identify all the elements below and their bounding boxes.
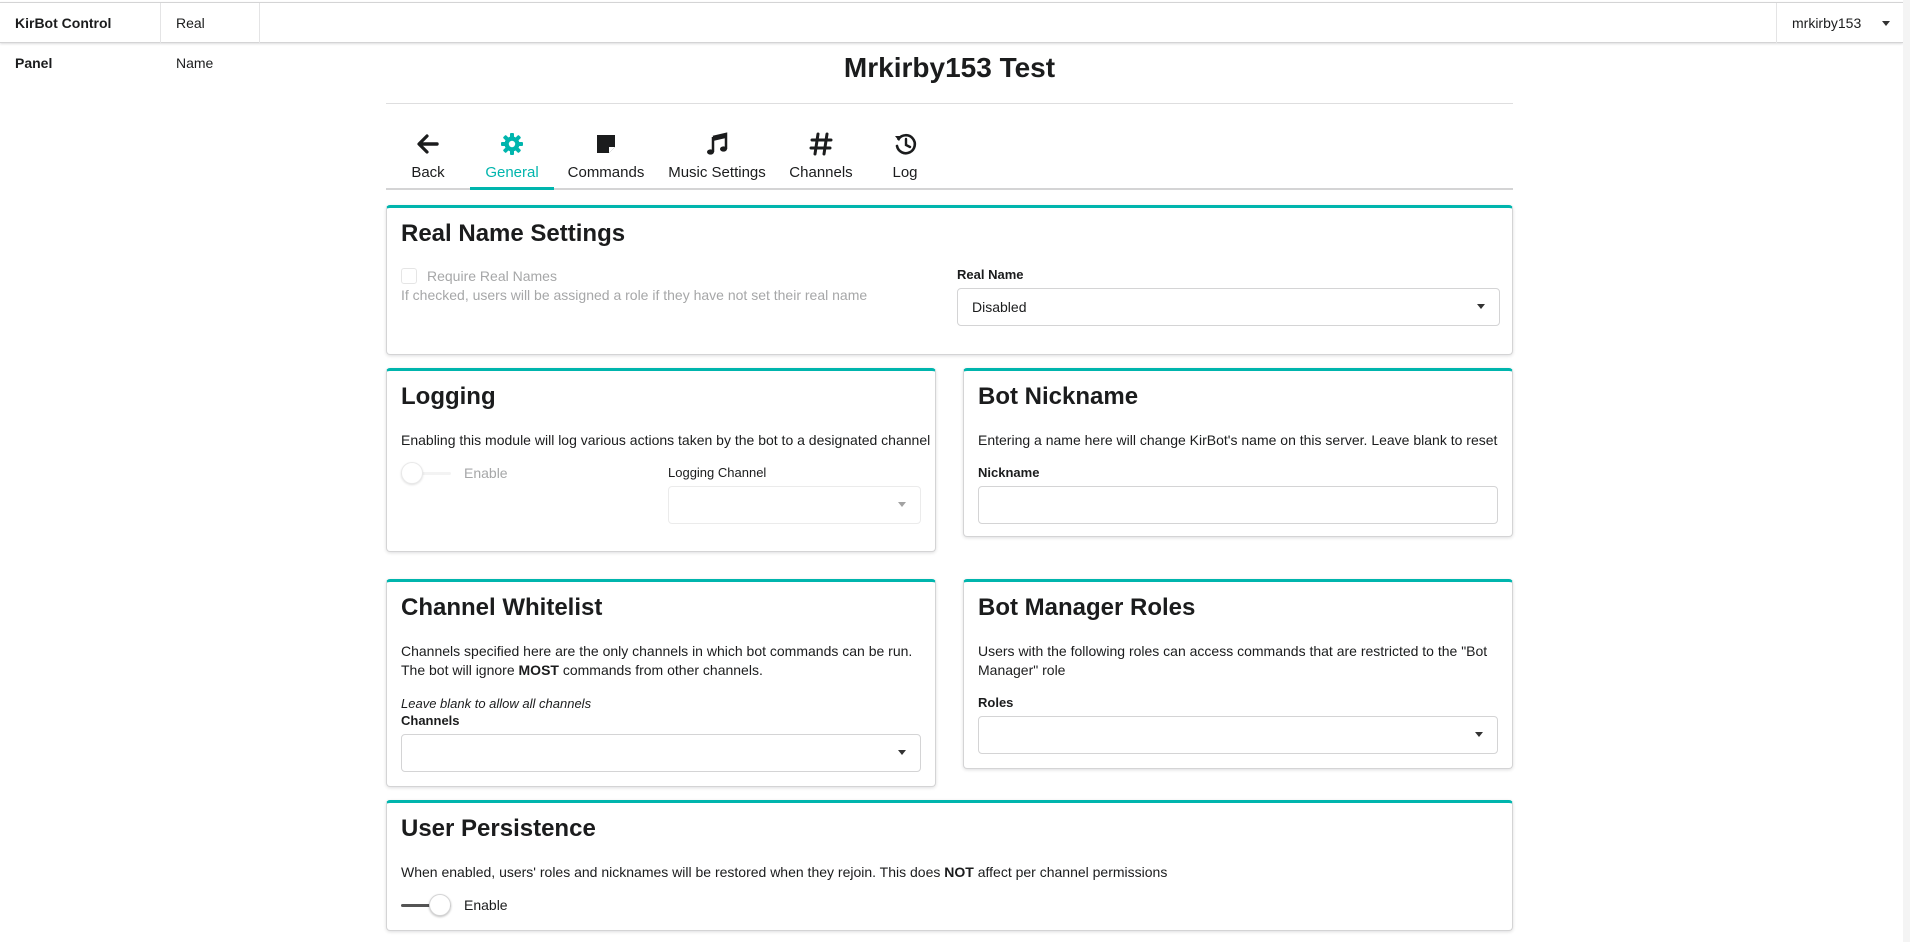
require-real-names-help: If checked, users will be assigned a rol… xyxy=(401,287,868,303)
chevron-down-icon xyxy=(898,502,906,507)
roles-select[interactable] xyxy=(978,716,1498,754)
tab-label: General xyxy=(485,164,539,181)
tab-general[interactable]: General xyxy=(470,118,554,190)
history-icon xyxy=(866,132,944,160)
persistence-description-part: affect per channel permissions xyxy=(973,864,1168,880)
chevron-down-icon xyxy=(1475,732,1483,737)
logging-channel-label: Logging Channel xyxy=(668,465,767,480)
logging-card: Logging Enabling this module will log va… xyxy=(386,368,936,552)
toggle-knob xyxy=(429,894,451,916)
card-title: Bot Nickname xyxy=(978,383,1139,410)
user-name: mrkirby153 xyxy=(1792,15,1862,31)
logging-channel-select[interactable] xyxy=(668,486,921,524)
tab-label: Music Settings xyxy=(668,164,766,181)
sticky-note-icon xyxy=(554,132,658,160)
real-name-label: Real Name xyxy=(957,267,1024,282)
whitelist-description-emphasis: MOST xyxy=(518,662,559,678)
tab-label: Log xyxy=(892,164,918,181)
brand-link[interactable]: KirBot Control Panel xyxy=(0,3,161,71)
channels-label: Channels xyxy=(401,713,460,728)
roles-label: Roles xyxy=(978,695,1014,710)
nickname-description: Entering a name here will change KirBot'… xyxy=(978,432,1498,448)
tab-label: Back xyxy=(411,164,445,181)
logging-enable-toggle[interactable] xyxy=(401,462,451,484)
whitelist-description-part: commands from other channels. xyxy=(558,662,763,678)
select-value: Disabled xyxy=(972,299,1027,315)
tab-label: Channels xyxy=(789,164,853,181)
persistence-enable-toggle[interactable] xyxy=(401,894,451,916)
chevron-down-icon xyxy=(1882,21,1890,26)
channel-whitelist-card: Channel Whitelist Channels specified her… xyxy=(386,579,936,787)
real-name-settings-card: Real Name Settings Require Real Names If… xyxy=(386,205,1513,355)
manager-description: Users with the following roles can acces… xyxy=(978,643,1488,678)
chevron-down-icon xyxy=(898,750,906,755)
require-real-names-label: Require Real Names xyxy=(427,268,557,284)
nickname-label: Nickname xyxy=(978,465,1040,480)
page-title: Mrkirby153 Test xyxy=(843,52,1056,83)
tab-channels[interactable]: Channels xyxy=(776,118,866,190)
tab-music-settings[interactable]: Music Settings xyxy=(658,118,776,190)
divider xyxy=(386,103,1513,104)
hashtag-icon xyxy=(776,132,866,160)
tab-back[interactable]: Back xyxy=(386,118,470,190)
user-menu[interactable]: mrkirby153 xyxy=(1776,3,1903,43)
gear-icon xyxy=(470,132,554,160)
persistence-enable-label: Enable xyxy=(464,897,508,913)
logging-enable-label: Enable xyxy=(464,465,508,481)
chevron-down-icon xyxy=(1477,304,1485,309)
card-title: Bot Manager Roles xyxy=(978,594,1196,621)
bot-nickname-card: Bot Nickname Entering a name here will c… xyxy=(963,368,1513,537)
nickname-input[interactable] xyxy=(978,486,1498,524)
card-title: Channel Whitelist xyxy=(401,594,603,621)
whitelist-hint: Leave blank to allow all channels xyxy=(401,696,592,711)
toggle-knob xyxy=(401,462,423,484)
card-title: Real Name Settings xyxy=(401,220,626,247)
persistence-description-emphasis: NOT xyxy=(944,864,974,880)
scrollbar[interactable] xyxy=(1903,0,1910,942)
tab-commands[interactable]: Commands xyxy=(554,118,658,190)
nav-item-real-name[interactable]: Real Name xyxy=(161,3,260,71)
channels-select[interactable] xyxy=(401,734,921,772)
music-icon xyxy=(658,132,776,160)
logging-description: Enabling this module will log various ac… xyxy=(401,432,931,448)
user-persistence-card: User Persistence When enabled, users' ro… xyxy=(386,800,1513,931)
real-name-select[interactable]: Disabled xyxy=(957,288,1500,326)
tab-menu: Back General Commands Music Settings Cha… xyxy=(386,118,1513,190)
persistence-description: When enabled, users' roles and nicknames… xyxy=(401,863,1167,882)
top-navbar: KirBot Control Panel Real Name mrkirby15… xyxy=(0,2,1903,71)
arrow-left-icon xyxy=(386,132,470,160)
tab-log[interactable]: Log xyxy=(866,118,944,190)
card-title: User Persistence xyxy=(401,815,596,842)
require-real-names-checkbox[interactable] xyxy=(401,268,417,284)
tab-label: Commands xyxy=(567,164,645,181)
whitelist-description: Channels specified here are the only cha… xyxy=(401,642,923,680)
persistence-description-part: When enabled, users' roles and nicknames… xyxy=(401,864,945,880)
card-title: Logging xyxy=(401,383,496,410)
bot-manager-roles-card: Bot Manager Roles Users with the followi… xyxy=(963,579,1513,769)
